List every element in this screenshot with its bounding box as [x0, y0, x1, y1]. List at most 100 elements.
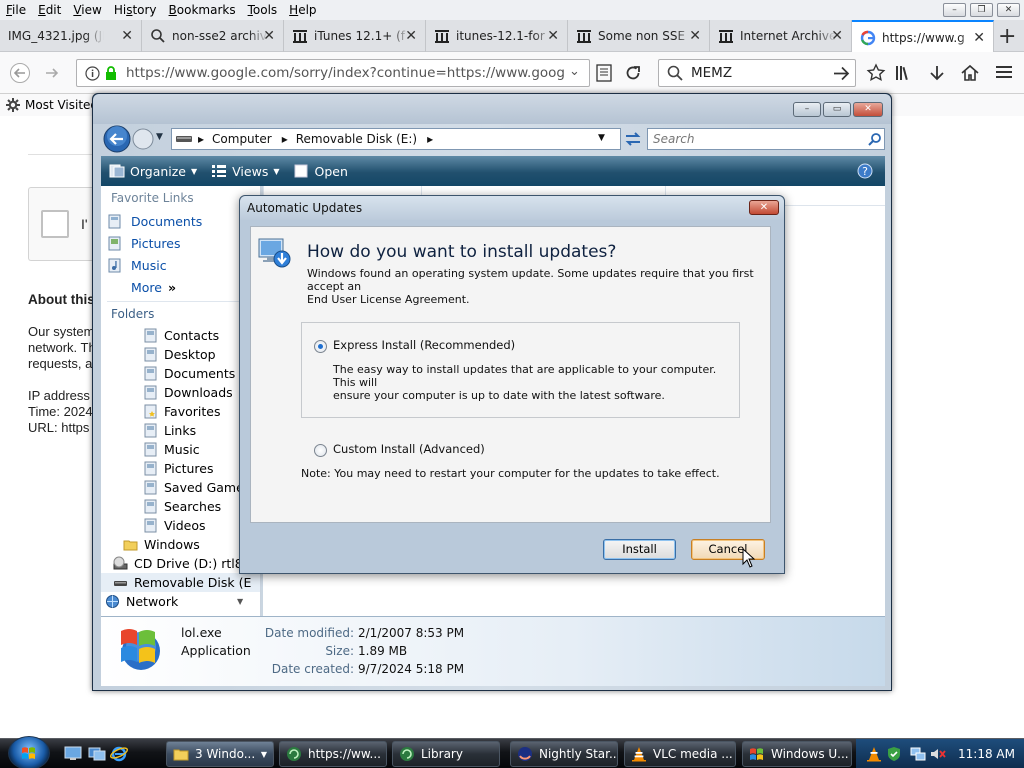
- tab-close-icon[interactable]: ✕: [973, 30, 985, 46]
- express-install-radio[interactable]: [314, 340, 327, 353]
- menu-edit[interactable]: Edit: [32, 0, 67, 20]
- tree-contacts[interactable]: Contacts: [101, 326, 260, 345]
- tab-close-icon[interactable]: ✕: [405, 28, 417, 44]
- custom-install-label[interactable]: Custom Install (Advanced): [333, 443, 485, 456]
- browser-restore-button[interactable]: ❐: [970, 3, 993, 17]
- internet-explorer-icon[interactable]: [110, 744, 128, 762]
- info-icon[interactable]: [85, 65, 100, 81]
- dialog-close-button[interactable]: ✕: [749, 200, 779, 215]
- open-button[interactable]: Open: [294, 164, 348, 179]
- menu-help[interactable]: Help: [283, 0, 322, 20]
- vlc-tray-icon[interactable]: [866, 746, 882, 762]
- taskbar-button-library[interactable]: Library: [392, 741, 500, 767]
- folders-heading[interactable]: Folders: [101, 302, 260, 326]
- forward-arrow-icon[interactable]: [42, 63, 62, 83]
- reload-icon[interactable]: [624, 64, 642, 82]
- explorer-search-field[interactable]: Search: [647, 128, 885, 150]
- back-arrow-icon[interactable]: [103, 125, 131, 153]
- tab-close-icon[interactable]: ✕: [831, 28, 843, 44]
- explorer-close-button[interactable]: ✕: [853, 102, 883, 117]
- tree-desktop[interactable]: Desktop: [101, 345, 260, 364]
- show-desktop-icon[interactable]: [64, 745, 82, 761]
- tree-links[interactable]: Links: [101, 421, 260, 440]
- explorer-title-bar[interactable]: [93, 94, 891, 124]
- back-arrow-icon[interactable]: [10, 63, 30, 83]
- web-search-field[interactable]: MEMZ: [658, 59, 856, 87]
- install-button[interactable]: Install: [603, 539, 676, 560]
- menu-view[interactable]: View: [67, 0, 107, 20]
- favorite-links-more[interactable]: More »: [101, 276, 260, 298]
- bookmark-star-icon[interactable]: [866, 63, 886, 83]
- hamburger-menu-icon[interactable]: [996, 65, 1012, 79]
- tree-favorites[interactable]: Favorites: [101, 402, 260, 421]
- security-shield-icon[interactable]: [886, 746, 902, 762]
- recaptcha-checkbox[interactable]: [41, 210, 69, 238]
- menu-bookmarks[interactable]: Bookmarks: [163, 0, 242, 20]
- clock-time[interactable]: 11:18 AM: [958, 747, 1015, 761]
- breadcrumb-removable-disk[interactable]: Removable Disk (E:): [296, 132, 417, 146]
- organize-button[interactable]: Organize ▼: [109, 164, 197, 179]
- tab-non-sse2[interactable]: non-sse2 archive ✕: [142, 20, 284, 52]
- tab-close-icon[interactable]: ✕: [121, 28, 133, 44]
- tab-internet-archive[interactable]: Internet Archive ✕: [710, 20, 852, 52]
- switch-windows-icon[interactable]: [88, 745, 106, 761]
- explorer-address-bar[interactable]: ▸ Computer ▸ Removable Disk (E:) ▸ ▼: [171, 128, 621, 150]
- views-button[interactable]: Views ▼: [211, 164, 280, 179]
- scroll-down-arrow-icon[interactable]: ▼: [237, 597, 243, 606]
- tab-some-non-sse[interactable]: Some non SSE ✕: [568, 20, 710, 52]
- favorite-link-pictures[interactable]: Pictures: [101, 232, 260, 254]
- tab-close-icon[interactable]: ✕: [263, 28, 275, 44]
- tree-removable-disk[interactable]: Removable Disk (E: [101, 573, 260, 592]
- taskbar-button-windows-explorer[interactable]: 3 Windo... ▼: [166, 741, 274, 767]
- reader-view-icon[interactable]: [596, 64, 612, 82]
- address-dropdown-icon[interactable]: ▼: [598, 133, 605, 143]
- recent-pages-chevron-icon[interactable]: ▼: [156, 132, 163, 142]
- browser-minimize-button[interactable]: –: [943, 3, 966, 17]
- menu-file[interactable]: File: [0, 0, 32, 20]
- chevron-down-icon[interactable]: ⌄: [569, 64, 580, 79]
- download-arrow-icon[interactable]: [928, 64, 946, 82]
- tab-img-4321[interactable]: IMG_4321.jpg (JPEG Image ✕: [0, 20, 142, 52]
- forward-arrow-icon[interactable]: [132, 128, 154, 150]
- breadcrumb-computer[interactable]: Computer: [212, 132, 272, 146]
- tree-videos[interactable]: Videos: [101, 516, 260, 535]
- taskbar-button-nightly[interactable]: Nightly Star...: [510, 741, 618, 767]
- url-bar[interactable]: https://www.google.com/sorry/index?conti…: [76, 59, 590, 87]
- taskbar-button-windows-update[interactable]: Windows U...: [742, 741, 852, 767]
- favorite-link-documents[interactable]: Documents: [101, 210, 260, 232]
- help-icon[interactable]: ?: [857, 163, 873, 179]
- volume-muted-icon[interactable]: [930, 746, 946, 762]
- network-tray-icon[interactable]: [910, 746, 926, 762]
- tree-cd-drive[interactable]: CD Drive (D:) rtl813: [101, 554, 260, 573]
- dialog-title-bar[interactable]: Automatic Updates: [240, 196, 784, 220]
- start-button[interactable]: [8, 736, 50, 768]
- browser-close-button[interactable]: ✕: [997, 3, 1020, 17]
- tab-close-icon[interactable]: ✕: [547, 28, 559, 44]
- tab-google-active[interactable]: https://www.g ✕: [852, 20, 994, 53]
- tree-searches[interactable]: Searches: [101, 497, 260, 516]
- bookmark-most-visited[interactable]: Most Visited: [25, 98, 98, 112]
- express-option-box[interactable]: Express Install (Recommended) The easy w…: [301, 322, 740, 418]
- tree-windows[interactable]: Windows: [101, 535, 260, 554]
- explorer-maximize-button[interactable]: ▭: [823, 102, 851, 117]
- tree-music[interactable]: Music: [101, 440, 260, 459]
- explorer-minimize-button[interactable]: –: [793, 102, 821, 117]
- menu-tools[interactable]: Tools: [242, 0, 284, 20]
- tree-pictures[interactable]: Pictures: [101, 459, 260, 478]
- tree-documents[interactable]: Documents: [101, 364, 260, 383]
- go-arrow-icon[interactable]: [833, 66, 850, 81]
- taskbar-button-vlc[interactable]: VLC media ...: [624, 741, 736, 767]
- tree-saved-games[interactable]: Saved Games: [101, 478, 260, 497]
- custom-install-radio[interactable]: [314, 444, 327, 457]
- new-tab-icon[interactable]: +: [998, 24, 1016, 49]
- library-icon[interactable]: [894, 64, 914, 82]
- refresh-icon[interactable]: [623, 130, 643, 148]
- taskbar-button-browser[interactable]: https://ww...: [279, 741, 387, 767]
- tab-close-icon[interactable]: ✕: [689, 28, 701, 44]
- home-icon[interactable]: [960, 63, 980, 83]
- tab-itunes-1[interactable]: iTunes 12.1+ (f ✕: [284, 20, 426, 52]
- search-icon[interactable]: [868, 132, 882, 146]
- favorite-link-music[interactable]: Music: [101, 254, 260, 276]
- tree-downloads[interactable]: Downloads: [101, 383, 260, 402]
- menu-history[interactable]: History: [108, 0, 163, 20]
